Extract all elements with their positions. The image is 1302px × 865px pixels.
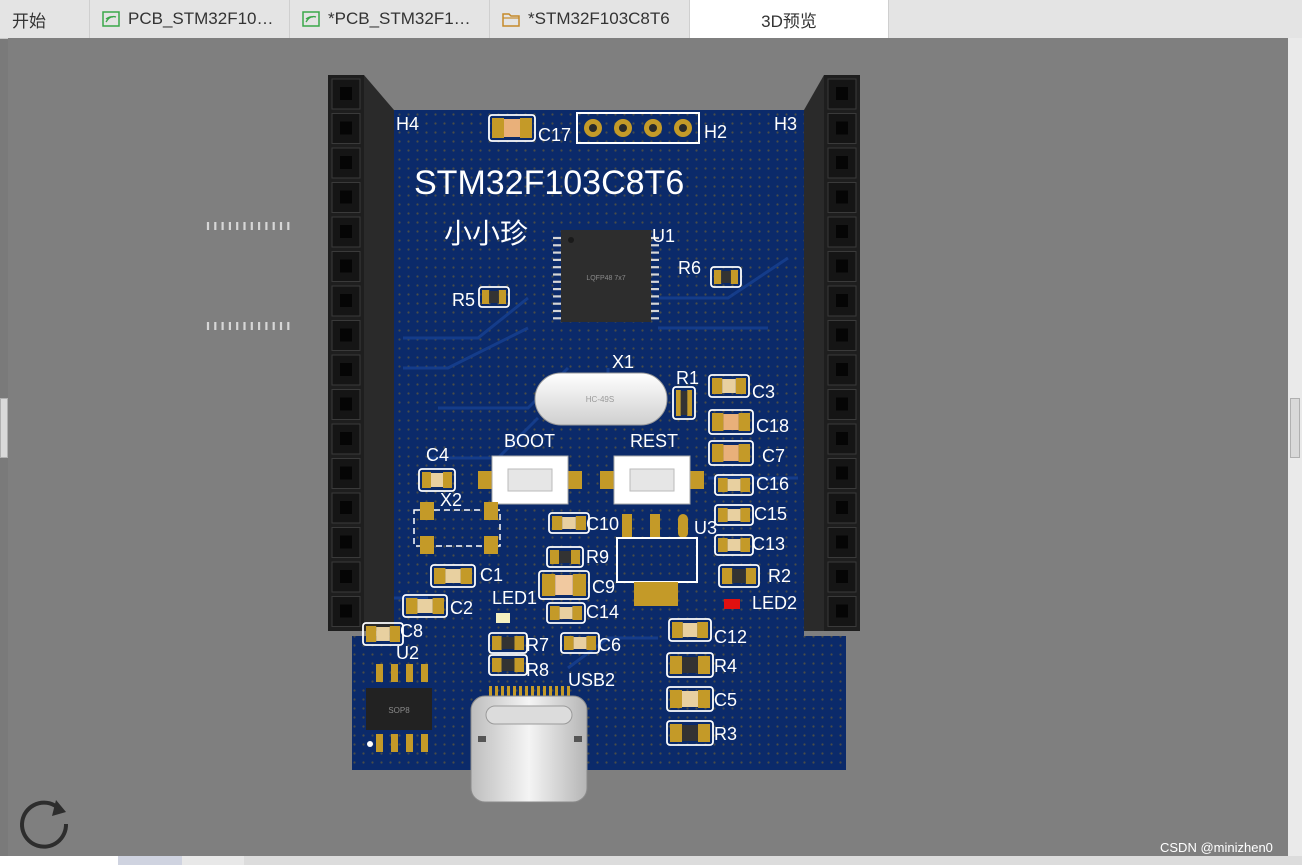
silk-label-c7: C7: [762, 446, 785, 466]
silk-label-c16: C16: [756, 474, 789, 494]
sop-marking: SOP8: [388, 706, 410, 715]
silk-label-u2: U2: [396, 643, 419, 663]
crystal-marking: HC-49S: [586, 395, 614, 404]
watermark: CSDN @minizhen0: [1160, 840, 1273, 855]
left-panel-handle[interactable]: [0, 398, 8, 458]
silk-label-r1: R1: [676, 368, 699, 388]
tab-pcb-2[interactable]: *PCB_STM32F1…: [290, 0, 490, 38]
silk-label-c12: C12: [714, 627, 747, 647]
silk-label-c17: C17: [538, 125, 571, 145]
silk-label-led2: LED2: [752, 593, 797, 613]
tab-label: *PCB_STM32F1…: [328, 9, 471, 28]
silk-label-c14: C14: [586, 602, 619, 622]
pcb-file-icon: [102, 11, 120, 27]
silk-label-r7: R7: [526, 635, 549, 655]
silk-label-u3: U3: [694, 518, 717, 538]
silk-label-x1: X1: [612, 352, 634, 372]
crystal-x1: HC-49S: [534, 372, 668, 426]
silk-label-r8: R8: [526, 660, 549, 680]
pcb-3d-render[interactable]: LQFP48 7x7 HC-49S SOP8 STM32F103C8T6 小小珍…: [8, 38, 1288, 856]
silk-label-u1: U1: [652, 226, 675, 246]
led2-red: [724, 599, 740, 609]
silk-label-c1: C1: [480, 565, 503, 585]
tab-label: *STM32F103C8T6: [528, 9, 670, 28]
right-panel-handle[interactable]: [1290, 398, 1300, 458]
bottom-tab[interactable]: [182, 856, 244, 865]
silk-label-usb2: USB2: [568, 670, 615, 690]
silk-label-r4: R4: [714, 656, 737, 676]
silk-label-c9: C9: [592, 577, 615, 597]
silk-label-c15: C15: [754, 504, 787, 524]
chip-marking: LQFP48 7x7: [586, 275, 625, 282]
folder-icon: [502, 13, 520, 27]
tab-bar: 开始 PCB_STM32F10… *PCB_STM32F1… *STM32F10…: [0, 0, 1302, 39]
bottom-tab[interactable]: [118, 856, 182, 865]
silk-label-r6: R6: [678, 258, 701, 278]
tab-pcb-1[interactable]: PCB_STM32F10…: [90, 0, 290, 38]
silk-label-r9: R9: [586, 547, 609, 567]
silk-label-c2: C2: [450, 598, 473, 618]
tab-3d-preview[interactable]: 3D预览: [690, 0, 889, 38]
switch-boot: [478, 455, 582, 505]
silk-label-h2: H2: [704, 122, 727, 142]
tab-label: 3D预览: [761, 11, 817, 31]
tab-project[interactable]: *STM32F103C8T6: [490, 0, 690, 38]
silk-label-rest: REST: [630, 431, 678, 451]
pcb-file-icon: [302, 11, 320, 27]
silk-label-r2: R2: [768, 566, 791, 586]
silk-label-led1: LED1: [492, 588, 537, 608]
header-h4: [328, 75, 394, 631]
silk-label-h4: H4: [396, 114, 419, 134]
reset-view-icon[interactable]: [16, 790, 76, 850]
silk-label-x2: X2: [440, 490, 462, 510]
silk-label-r5: R5: [452, 290, 475, 310]
silk-label-h3: H3: [774, 114, 797, 134]
silk-label-c6: C6: [598, 635, 621, 655]
tab-label: 开始: [12, 11, 46, 31]
tab-start[interactable]: 开始: [0, 0, 90, 38]
3d-viewport[interactable]: LQFP48 7x7 HC-49S SOP8 STM32F103C8T6 小小珍…: [8, 38, 1288, 856]
header-h3: [804, 75, 860, 631]
silk-label-c3: C3: [752, 382, 775, 402]
bottom-tab[interactable]: [0, 856, 118, 865]
led1-lit: [496, 613, 510, 623]
silk-label-c10: C10: [586, 514, 619, 534]
board-title: STM32F103C8T6: [414, 164, 684, 202]
silk-label-c8: C8: [400, 621, 423, 641]
silk-label-c18: C18: [756, 416, 789, 436]
silk-label-c5: C5: [714, 690, 737, 710]
switch-rest: [600, 455, 704, 505]
silk-label-c4: C4: [426, 445, 449, 465]
silk-label-r3: R3: [714, 724, 737, 744]
silk-label-c13: C13: [752, 534, 785, 554]
bottom-bar: [0, 856, 1302, 865]
tab-label: PCB_STM32F10…: [128, 9, 274, 28]
silk-label-boot: BOOT: [504, 431, 555, 451]
board-author: 小小珍: [444, 218, 528, 249]
usb-c-connector: [470, 686, 588, 803]
